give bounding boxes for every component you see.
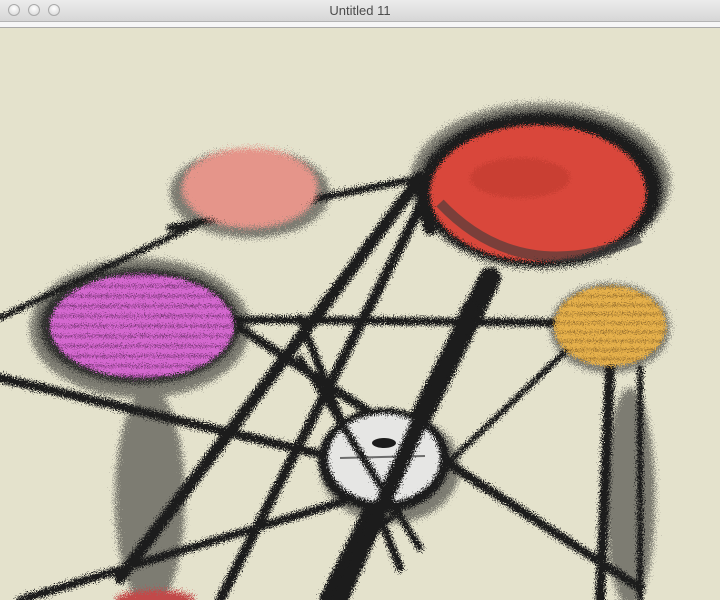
ferris-wheel-artwork (0, 28, 720, 600)
drawing-canvas[interactable] (0, 28, 720, 600)
window-title: Untitled 11 (329, 3, 391, 18)
yellow-gondola (554, 286, 666, 366)
title-bar[interactable]: Untitled 11 (0, 0, 720, 22)
magenta-gondola (40, 268, 240, 384)
app-window: Untitled 11 (0, 0, 720, 600)
pink-gondola (182, 148, 318, 228)
red-gondola (418, 112, 662, 268)
